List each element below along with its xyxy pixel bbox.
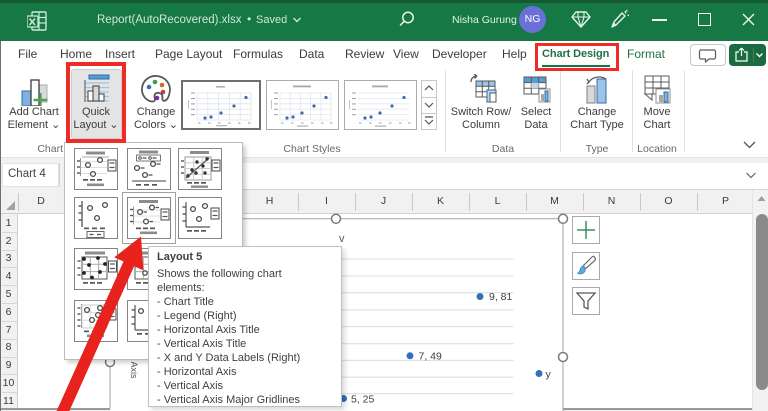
svg-text:5, 25: 5, 25 bbox=[351, 394, 375, 406]
svg-text:y: y bbox=[546, 369, 552, 381]
svg-text:Axis: Axis bbox=[129, 362, 139, 380]
svg-text:7, 49: 7, 49 bbox=[419, 351, 443, 363]
svg-text:v: v bbox=[339, 233, 345, 245]
svg-text:9, 81: 9, 81 bbox=[489, 291, 513, 303]
